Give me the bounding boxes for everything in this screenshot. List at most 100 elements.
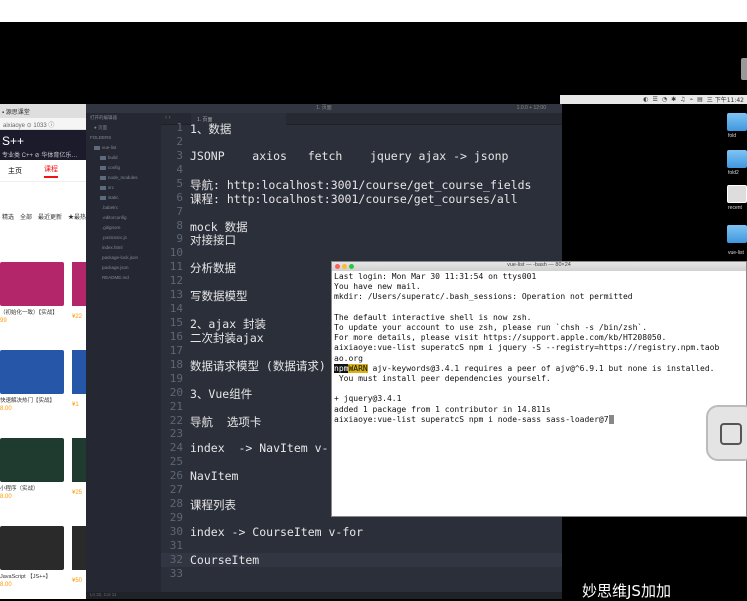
line-number: 31: [169, 538, 183, 552]
code-line[interactable]: 10: [161, 246, 562, 260]
course-thumbnail[interactable]: [72, 526, 86, 570]
file-item[interactable]: README.md: [86, 273, 161, 283]
course-card[interactable]: JavaScript 【JS++】 8.00 ¥50: [0, 526, 86, 599]
course-thumbnail[interactable]: [72, 350, 86, 394]
line-number: 15: [169, 316, 183, 330]
terminal-window[interactable]: vue-list — -bash — 80×24 Last login: Mon…: [331, 261, 747, 517]
explorer-label: package-lock.json: [102, 255, 139, 260]
course-card[interactable]: 快速解决热门【实战】 8.00 ¥1: [0, 350, 86, 430]
folder-icon[interactable]: [727, 225, 747, 243]
line-number: 26: [169, 469, 183, 483]
file-item[interactable]: ● 页面: [86, 123, 161, 133]
file-item[interactable]: package.json: [86, 263, 161, 273]
file-item[interactable]: .editorconfig: [86, 213, 161, 223]
code-line[interactable]: 4: [161, 163, 562, 177]
maximize-icon[interactable]: [349, 264, 354, 269]
folder-item[interactable]: vue-list: [86, 143, 161, 153]
terminal-line: aixiaoye:vue-list superatcS npm i jquery…: [334, 343, 720, 353]
course-card[interactable]: （初始化一致）【实战】 99 ¥22: [0, 262, 86, 342]
file-item[interactable]: .gitignore: [86, 223, 161, 233]
window-controls: [335, 264, 354, 269]
dock-edge-icon[interactable]: [741, 58, 747, 80]
address-bar[interactable]: aixiaoye ⊙ 1033 ⓘ: [0, 118, 86, 130]
course-card[interactable]: 小程序（实战） 8.00 ¥25: [0, 438, 86, 518]
menubar-item[interactable]: ◔: [662, 96, 667, 103]
course-thumbnail[interactable]: [0, 262, 64, 306]
filter-item[interactable]: 最近更新: [38, 212, 62, 221]
course-title: 小程序（实战）: [0, 486, 39, 492]
course-thumbnail[interactable]: [72, 438, 86, 482]
explorer-section[interactable]: 打开的编辑器: [86, 113, 161, 123]
explorer-label: config: [108, 165, 121, 170]
code-line[interactable]: 6 课程: http:localhost:3001/course/get_cour…: [161, 191, 562, 206]
folder-item[interactable]: config: [86, 163, 161, 173]
close-icon[interactable]: [335, 264, 340, 269]
course-thumbnail[interactable]: [0, 526, 64, 570]
course-price: ¥1: [72, 402, 79, 408]
folder-item[interactable]: build: [86, 153, 161, 163]
file-item[interactable]: .babelrc: [86, 203, 161, 213]
menubar-item[interactable]: ✱: [671, 96, 676, 103]
filter-item[interactable]: 精选: [2, 212, 14, 221]
explorer-label: .editorconfig: [102, 215, 127, 220]
line-number: 20: [169, 385, 183, 399]
editor-titlebar: 1. 页面 1.0.0 + 12:00: [86, 104, 562, 113]
code-line[interactable]: 8 mock 数据: [161, 218, 562, 234]
course-thumbnail[interactable]: [0, 438, 64, 482]
folder-item[interactable]: src: [86, 183, 161, 193]
tab-home[interactable]: 主页: [8, 166, 22, 176]
folder-item[interactable]: node_modules: [86, 173, 161, 183]
header-title: S++: [2, 134, 25, 148]
filter-item[interactable]: ★最热门: [68, 212, 86, 221]
minimize-icon[interactable]: [342, 264, 347, 269]
code-line[interactable]: 7: [161, 205, 562, 219]
folder-icon: [100, 185, 106, 190]
terminal-title: vue-list — -bash — 80×24: [507, 262, 571, 268]
menubar-item[interactable]: ☰: [652, 96, 657, 103]
code-line[interactable]: 1 1、数据: [161, 121, 562, 136]
menubar-item[interactable]: ▤: [697, 96, 703, 103]
code-line[interactable]: 2: [161, 135, 562, 149]
tab-courses[interactable]: 课程: [44, 164, 58, 178]
terminal-titlebar: vue-list — -bash — 80×24: [332, 262, 746, 271]
code-text: JSONP axios fetch jquery ajax -> jsonp: [190, 148, 509, 163]
code-line[interactable]: 32 CourseItem: [161, 552, 562, 567]
desktop-icon-label: recent: [728, 205, 742, 211]
watermark: 妙思维JS加加: [582, 582, 671, 600]
terminal-line: To update your account to use zsh, pleas…: [334, 323, 648, 332]
course-thumbnail[interactable]: [0, 350, 64, 394]
terminal-prompt-line[interactable]: aixiaoye:vue-list superatcS npm i node-s…: [334, 414, 744, 425]
explorer-section[interactable]: FOLDERS: [86, 133, 161, 143]
code-line[interactable]: 5 导航: http:localhost:3001/course/get_cour…: [161, 177, 562, 192]
code-line[interactable]: 9 对接接口: [161, 232, 562, 247]
document-icon[interactable]: [727, 185, 747, 203]
menubar-item[interactable]: 三 下午11:42: [707, 95, 744, 104]
file-item[interactable]: index.html: [86, 243, 161, 253]
line-number: 29: [169, 511, 183, 525]
folder-item[interactable]: static: [86, 193, 161, 203]
editor-window-info: 1.0.0 + 12:00: [516, 105, 546, 111]
terminal-line: You must install peer dependencies yours…: [334, 374, 551, 384]
file-item[interactable]: package-lock.json: [86, 253, 161, 263]
floating-window-button[interactable]: [706, 405, 747, 461]
menubar-item[interactable]: ⌁: [690, 96, 694, 103]
explorer-label: static: [108, 195, 119, 200]
menubar-item[interactable]: ♫: [680, 96, 685, 103]
status-bar: Ln 32, Col 11: [86, 592, 562, 599]
terminal-output[interactable]: Last login: Mon Mar 30 11:31:54 on ttys0…: [332, 271, 746, 426]
code-line[interactable]: 31: [161, 539, 562, 553]
folder-icon[interactable]: [727, 113, 747, 131]
line-number: 9: [176, 232, 183, 246]
folder-icon[interactable]: [727, 150, 747, 168]
code-line[interactable]: 3 JSONP axios fetch jquery ajax -> jsonp: [161, 149, 562, 163]
code-line[interactable]: 33: [161, 567, 562, 581]
code-text: CourseItem: [190, 552, 260, 567]
file-item[interactable]: .postcssrc.js: [86, 233, 161, 243]
line-number: 8: [176, 218, 183, 232]
browser-tab[interactable]: ▪ 源思课堂: [0, 104, 86, 118]
filter-item[interactable]: 全部: [20, 212, 32, 221]
menubar-item[interactable]: ◐: [643, 96, 648, 103]
course-thumbnail[interactable]: [72, 262, 86, 306]
code-line[interactable]: 30 index -> CourseItem v-for: [161, 525, 562, 539]
course-title: （初始化一致）【实战】: [0, 310, 58, 316]
